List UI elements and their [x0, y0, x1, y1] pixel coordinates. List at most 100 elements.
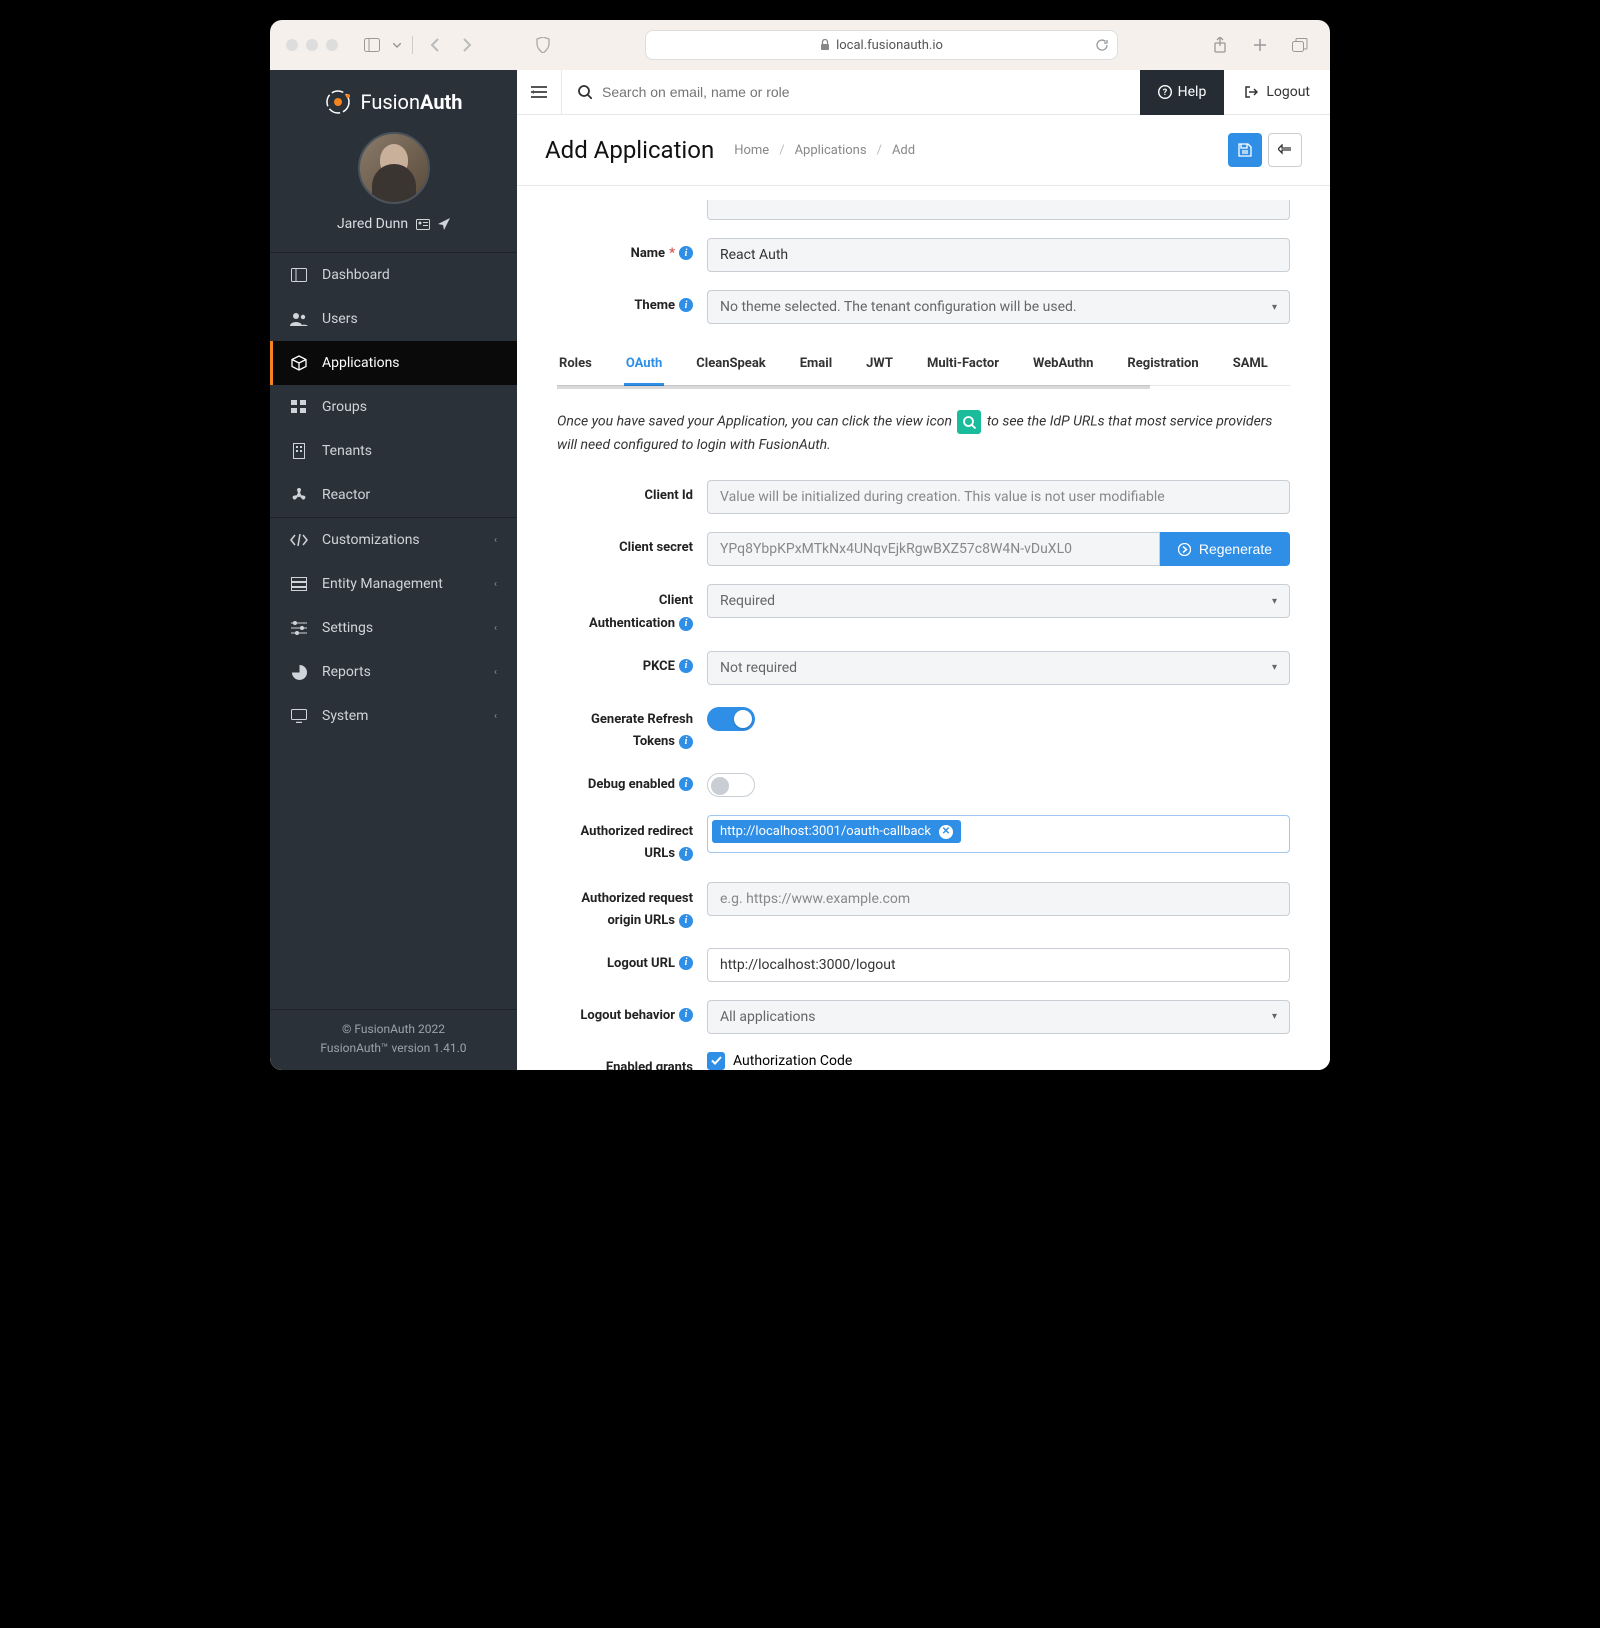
remove-tag-icon[interactable]: ✕ — [939, 825, 953, 839]
info-icon[interactable]: i — [679, 735, 693, 749]
pie-chart-icon — [290, 665, 308, 680]
window-maximize[interactable] — [326, 39, 338, 51]
nav-entity-management[interactable]: Entity Management‹ — [270, 562, 517, 606]
origin-urls-label: Authorized requestorigin URLs i — [557, 882, 707, 930]
info-icon[interactable]: i — [679, 777, 693, 791]
sidebar-collapse-button[interactable] — [517, 70, 562, 115]
checkbox-icon — [707, 1052, 725, 1070]
chevron-down-icon: ▾ — [1272, 302, 1277, 313]
tab-cleanspeak[interactable]: CleanSpeak — [694, 348, 767, 385]
breadcrumb-home[interactable]: Home — [734, 143, 769, 158]
info-icon[interactable]: i — [679, 617, 693, 631]
tab-webauthn[interactable]: WebAuthn — [1031, 348, 1095, 385]
search-icon — [578, 85, 592, 99]
info-icon[interactable]: i — [679, 298, 693, 312]
info-icon[interactable]: i — [679, 1008, 693, 1022]
logout-behavior-label: Logout behavior i — [557, 1000, 707, 1023]
monitor-icon — [290, 709, 308, 723]
nav-groups[interactable]: Groups — [270, 385, 517, 429]
client-id-input: Value will be initialized during creatio… — [707, 480, 1290, 514]
breadcrumb-sep: / — [779, 143, 784, 158]
window-close[interactable] — [286, 39, 298, 51]
name-input[interactable]: React Auth — [707, 238, 1290, 272]
oauth-hint: Once you have saved your Application, yo… — [557, 410, 1290, 456]
view-icon — [957, 410, 981, 434]
debug-toggle[interactable] — [707, 773, 755, 797]
save-button[interactable] — [1228, 133, 1262, 167]
back-button[interactable] — [1268, 133, 1302, 167]
logout-url-input[interactable]: http://localhost:3000/logout — [707, 948, 1290, 982]
chevron-left-icon: ‹ — [494, 667, 497, 678]
topbar: ? Help Logout — [517, 70, 1330, 115]
cube-icon — [290, 355, 308, 371]
refresh-tokens-toggle[interactable] — [707, 707, 755, 731]
tab-registration[interactable]: Registration — [1125, 348, 1200, 385]
tab-email[interactable]: Email — [798, 348, 834, 385]
building-icon — [290, 443, 308, 459]
tab-jwt[interactable]: JWT — [864, 348, 895, 385]
avatar — [358, 132, 430, 204]
redirect-urls-input[interactable]: http://localhost:3001/oauth-callback ✕ — [707, 815, 1290, 853]
grant-authorization-code[interactable]: Authorization Code — [707, 1052, 1290, 1070]
fusionauth-logo-icon — [324, 88, 352, 116]
info-icon[interactable]: i — [679, 659, 693, 673]
chevron-down-icon[interactable] — [390, 31, 404, 59]
refresh-icon[interactable] — [1095, 38, 1109, 52]
origin-urls-input[interactable]: e.g. https://www.example.com — [707, 882, 1290, 916]
client-auth-select[interactable]: Required▾ — [707, 584, 1290, 618]
window-minimize[interactable] — [306, 39, 318, 51]
info-icon[interactable]: i — [679, 956, 693, 970]
info-icon[interactable]: i — [679, 914, 693, 928]
user-name: Jared Dunn — [337, 216, 408, 232]
breadcrumb-sep: / — [877, 143, 882, 158]
shield-icon[interactable] — [529, 31, 557, 59]
debug-label: Debug enabled i — [557, 769, 707, 792]
server-icon — [290, 577, 308, 591]
share-icon[interactable] — [1206, 31, 1234, 59]
breadcrumb-applications[interactable]: Applications — [795, 143, 867, 158]
sidebar-toggle-icon[interactable] — [358, 31, 386, 59]
help-button[interactable]: ? Help — [1140, 70, 1225, 115]
groups-icon — [290, 400, 308, 414]
logout-button[interactable]: Logout — [1224, 70, 1330, 115]
logout-icon — [1244, 85, 1258, 99]
nav-dashboard[interactable]: Dashboard — [270, 253, 517, 297]
nav-tenants[interactable]: Tenants — [270, 429, 517, 473]
question-icon: ? — [1158, 85, 1172, 99]
client-secret-input: YPq8YbpKPxMTkNx4UNqvEjkRgwBXZ57c8W4N-vDu… — [707, 532, 1160, 566]
url-bar[interactable]: local.fusionauth.io — [645, 30, 1118, 60]
page-title: Add Application — [545, 136, 714, 164]
regenerate-button[interactable]: Regenerate — [1160, 532, 1290, 566]
nav-customizations[interactable]: Customizations‹ — [270, 518, 517, 562]
location-arrow-icon[interactable] — [438, 218, 450, 230]
id-card-icon[interactable] — [416, 219, 430, 230]
info-icon[interactable]: i — [679, 847, 693, 861]
chevron-left-icon: ‹ — [494, 535, 497, 546]
browser-titlebar: local.fusionauth.io — [270, 20, 1330, 70]
search-input[interactable] — [602, 84, 1124, 100]
tabs-icon[interactable] — [1286, 31, 1314, 59]
back-button[interactable] — [421, 31, 449, 59]
nav-settings[interactable]: Settings‹ — [270, 606, 517, 650]
forward-button[interactable] — [453, 31, 481, 59]
users-icon — [290, 312, 308, 326]
nav-users[interactable]: Users — [270, 297, 517, 341]
tab-oauth[interactable]: OAuth — [624, 348, 664, 386]
pkce-select[interactable]: Not required▾ — [707, 651, 1290, 685]
nav-reactor[interactable]: Reactor — [270, 473, 517, 517]
theme-select[interactable]: No theme selected. The tenant configurat… — [707, 290, 1290, 324]
tab-mfa[interactable]: Multi-Factor — [925, 348, 1001, 385]
tab-roles[interactable]: Roles — [557, 348, 594, 385]
lock-icon — [820, 39, 830, 51]
info-icon[interactable]: i — [679, 246, 693, 260]
chevron-left-icon: ‹ — [494, 579, 497, 590]
new-tab-icon[interactable] — [1246, 31, 1274, 59]
reactor-icon — [290, 487, 308, 503]
nav-system[interactable]: System‹ — [270, 694, 517, 738]
tab-saml[interactable]: SAML — [1231, 348, 1270, 385]
chevron-down-icon: ▾ — [1272, 596, 1277, 607]
logout-behavior-select[interactable]: All applications▾ — [707, 1000, 1290, 1034]
nav-applications[interactable]: Applications — [270, 341, 517, 385]
nav-reports[interactable]: Reports‹ — [270, 650, 517, 694]
chevron-down-icon: ▾ — [1272, 1011, 1277, 1022]
